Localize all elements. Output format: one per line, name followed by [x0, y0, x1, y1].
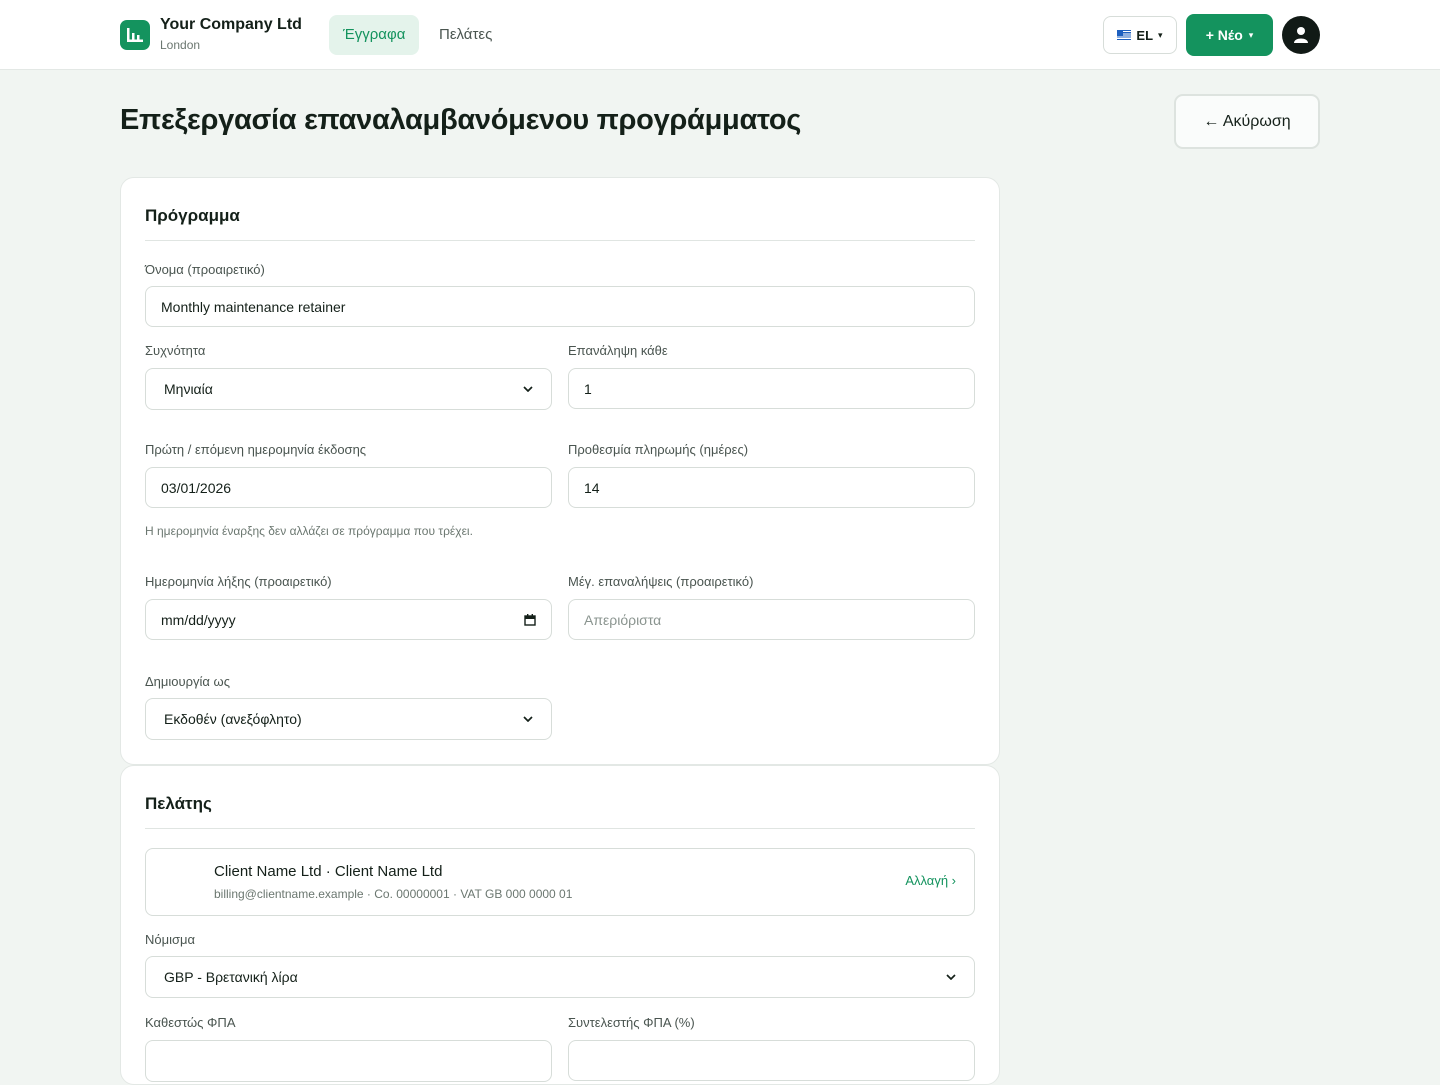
max-repeats-input[interactable]: Απεριόριστα [568, 599, 975, 640]
logo-chart-icon[interactable] [120, 20, 150, 50]
vat-status-select[interactable] [145, 1040, 552, 1082]
user-icon [1294, 27, 1308, 43]
divider [145, 828, 975, 829]
max-repeats-placeholder: Απεριόριστα [584, 611, 662, 628]
company-name: Your Company Ltd [160, 16, 302, 33]
client-section-title: Πελάτης [145, 794, 212, 813]
name-input[interactable]: Monthly maintenance retainer [145, 286, 975, 327]
payment-terms-input[interactable]: 14 [568, 467, 975, 508]
frequency-select[interactable]: Μηνιαία [145, 368, 552, 410]
company-city: London [160, 38, 201, 52]
user-avatar[interactable] [1282, 16, 1320, 54]
create-as-select-value: Εκδοθέν (ανεξόφλητο) [164, 711, 302, 727]
language-selector[interactable]: EL ▾ [1103, 16, 1177, 54]
currency-select-value: GBP - Βρετανική λίρα [164, 969, 298, 985]
name-label: Όνομα (προαιρετικό) [145, 262, 265, 277]
currency-label: Νόμισμα [145, 932, 196, 947]
chevron-down-icon [946, 974, 956, 980]
calendar-icon[interactable] [524, 613, 536, 626]
nav-tab-clients[interactable]: Πελάτες [425, 15, 506, 55]
end-date-placeholder: mm/dd/yyyy [161, 611, 236, 628]
repeat-every-input[interactable]: 1 [568, 368, 975, 409]
name-input-value: Monthly maintenance retainer [161, 298, 346, 315]
client-card: Πελάτης Client Name Ltd · Client Name Lt… [120, 765, 1000, 1085]
create-as-select[interactable]: Εκδοθέν (ανεξόφλητο) [145, 698, 552, 740]
create-as-label: Δημιουργία ως [145, 674, 230, 689]
selected-client[interactable]: Client Name Ltd · Client Name Ltd billin… [145, 848, 975, 916]
language-code: EL [1136, 27, 1154, 43]
vat-rate-label: Συντελεστής ΦΠΑ (%) [568, 1015, 695, 1030]
chevron-down-icon: ▾ [1248, 29, 1254, 40]
chevron-down-icon [523, 716, 533, 722]
chevron-down-icon [523, 386, 533, 392]
client-name: Client Name Ltd · Client Name Ltd [214, 863, 443, 880]
first-issue-date-value: 03/01/2026 [161, 479, 232, 496]
program-card: Πρόγραμμα Όνομα (προαιρετικό) Monthly ma… [120, 177, 1000, 765]
new-button-label: + Νέο [1205, 27, 1243, 43]
repeat-every-label: Επανάληψη κάθε [568, 343, 668, 358]
payment-terms-value: 14 [584, 479, 600, 496]
divider [145, 240, 975, 241]
first-issue-date-input[interactable]: 03/01/2026 [145, 467, 552, 508]
nav-tab-documents[interactable]: Έγγραφα [329, 15, 420, 55]
vat-rate-input[interactable] [568, 1040, 975, 1081]
payment-terms-label: Προθεσμία πληρωμής (ημέρες) [568, 442, 749, 457]
end-date-label: Ημερομηνία λήξης (προαιρετικό) [145, 574, 332, 589]
repeat-every-value: 1 [584, 380, 592, 397]
start-date-hint: Η ημερομηνία έναρξης δεν αλλάζει σε πρόγ… [145, 524, 473, 538]
first-issue-date-label: Πρώτη / επόμενη ημερομηνία έκδοσης [145, 442, 367, 457]
new-document-button[interactable]: + Νέο ▾ [1186, 14, 1273, 56]
max-repeats-label: Μέγ. επαναλήψεις (προαιρετικό) [568, 574, 754, 589]
cancel-button[interactable]: ← Ακύρωση [1174, 94, 1320, 149]
change-client-link[interactable]: Αλλαγή › [905, 873, 956, 888]
client-details: billing@clientname.example · Co. 0000000… [214, 887, 573, 901]
frequency-label: Συχνότητα [145, 343, 206, 358]
vat-status-label: Καθεστώς ΦΠΑ [145, 1015, 236, 1030]
top-navigation-bar: Your Company Ltd London Έγγραφα Πελάτες … [0, 0, 1440, 70]
program-section-title: Πρόγραμμα [145, 206, 240, 225]
chevron-down-icon: ▾ [1158, 29, 1163, 40]
flag-icon [1117, 30, 1132, 40]
currency-select[interactable]: GBP - Βρετανική λίρα [145, 956, 975, 998]
end-date-input[interactable]: mm/dd/yyyy [145, 599, 552, 640]
frequency-select-value: Μηνιαία [164, 381, 213, 397]
page-title: Επεξεργασία επαναλαμβανόμενου προγράμματ… [120, 104, 802, 136]
